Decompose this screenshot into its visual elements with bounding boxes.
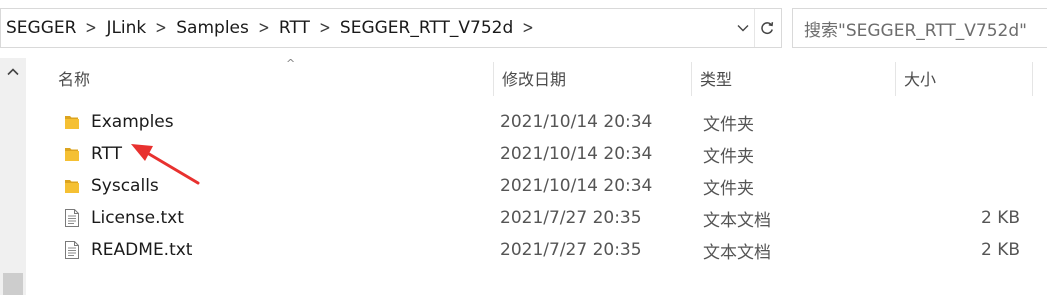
column-header-row: 名称 ^ 修改日期 类型 大小 <box>26 57 1047 98</box>
file-date: 2021/10/14 20:34 <box>500 144 653 164</box>
column-header-size[interactable]: 大小 <box>896 58 1033 98</box>
breadcrumb-segger-rtt-v752d[interactable]: SEGGER_RTT_V752d <box>340 18 513 38</box>
address-bar[interactable]: SEGGER > JLink > Samples > RTT > SEGGER_… <box>0 8 782 48</box>
breadcrumb: SEGGER > JLink > Samples > RTT > SEGGER_… <box>1 9 781 47</box>
breadcrumb-segger[interactable]: SEGGER <box>6 18 76 38</box>
breadcrumb-separator-icon[interactable]: > <box>516 18 540 38</box>
folder-icon <box>62 112 82 132</box>
breadcrumb-samples[interactable]: Samples <box>176 18 249 38</box>
file-date: 2021/10/14 20:34 <box>500 112 653 132</box>
sort-ascending-icon: ^ <box>286 57 296 70</box>
file-row-examples[interactable]: Examples 2021/10/14 20:34 文件夹 <box>26 106 1047 138</box>
breadcrumb-separator-icon[interactable]: > <box>149 18 173 38</box>
breadcrumb-separator-icon[interactable]: > <box>79 18 103 38</box>
column-header-type[interactable]: 类型 <box>692 58 896 98</box>
file-type: 文本文档 <box>703 210 771 231</box>
column-name-label: 名称 <box>58 70 91 89</box>
search-input[interactable]: 搜索"SEGGER_RTT_V752d" <box>792 8 1047 48</box>
file-row-readme[interactable]: README.txt 2021/7/27 20:35 文本文档 2 KB <box>26 234 1047 266</box>
chevron-down-icon <box>737 25 749 32</box>
file-row-license[interactable]: License.txt 2021/7/27 20:35 文本文档 2 KB <box>26 202 1047 234</box>
breadcrumb-jlink[interactable]: JLink <box>106 18 146 38</box>
file-type: 文件夹 <box>703 114 754 135</box>
file-date: 2021/7/27 20:35 <box>500 208 642 228</box>
file-row-rtt[interactable]: RTT 2021/10/14 20:34 文件夹 <box>26 138 1047 170</box>
breadcrumb-rtt[interactable]: RTT <box>279 18 310 38</box>
file-row-syscalls[interactable]: Syscalls 2021/10/14 20:34 文件夹 <box>26 170 1047 202</box>
column-divider[interactable] <box>1032 62 1033 96</box>
chevron-up-icon <box>7 68 19 76</box>
file-explorer-window: SEGGER > JLink > Samples > RTT > SEGGER_… <box>0 0 1047 295</box>
breadcrumb-separator-icon[interactable]: > <box>313 18 337 38</box>
file-name-cell: Syscalls <box>62 170 159 202</box>
file-name: Syscalls <box>91 176 159 196</box>
file-name-cell: README.txt <box>62 234 192 266</box>
file-list: Examples 2021/10/14 20:34 文件夹 RTT 2021/1… <box>26 106 1047 266</box>
text-file-icon <box>62 208 82 228</box>
scrollbar-thumb[interactable] <box>3 273 23 295</box>
scroll-up-button[interactable] <box>0 58 26 86</box>
file-name-cell: License.txt <box>62 202 184 234</box>
file-name-cell: RTT <box>62 138 122 170</box>
breadcrumb-separator-icon[interactable]: > <box>252 18 276 38</box>
address-history-dropdown-button[interactable] <box>731 9 755 47</box>
column-header-name[interactable]: 名称 ^ <box>50 57 494 98</box>
file-name: Examples <box>91 112 174 132</box>
column-type-label: 类型 <box>700 70 733 89</box>
text-file-icon <box>62 240 82 260</box>
file-name: README.txt <box>91 240 193 260</box>
scrollbar-track[interactable] <box>3 88 23 268</box>
file-type: 文件夹 <box>703 146 754 167</box>
refresh-icon <box>761 22 774 35</box>
file-date: 2021/10/14 20:34 <box>500 176 653 196</box>
column-header-date[interactable]: 修改日期 <box>494 58 692 98</box>
file-date: 2021/7/27 20:35 <box>500 240 642 260</box>
folder-icon <box>62 144 82 164</box>
refresh-button[interactable] <box>754 9 779 47</box>
file-size: 2 KB <box>980 208 1020 228</box>
column-size-label: 大小 <box>904 70 937 89</box>
column-date-label: 修改日期 <box>502 70 567 89</box>
folder-icon <box>62 176 82 196</box>
vertical-scrollbar[interactable] <box>0 58 26 295</box>
file-size: 2 KB <box>980 240 1020 260</box>
file-name: License.txt <box>91 208 184 228</box>
file-name-cell: Examples <box>62 106 174 138</box>
file-type: 文件夹 <box>703 178 754 199</box>
file-type: 文本文档 <box>703 242 771 263</box>
file-name: RTT <box>91 144 123 164</box>
